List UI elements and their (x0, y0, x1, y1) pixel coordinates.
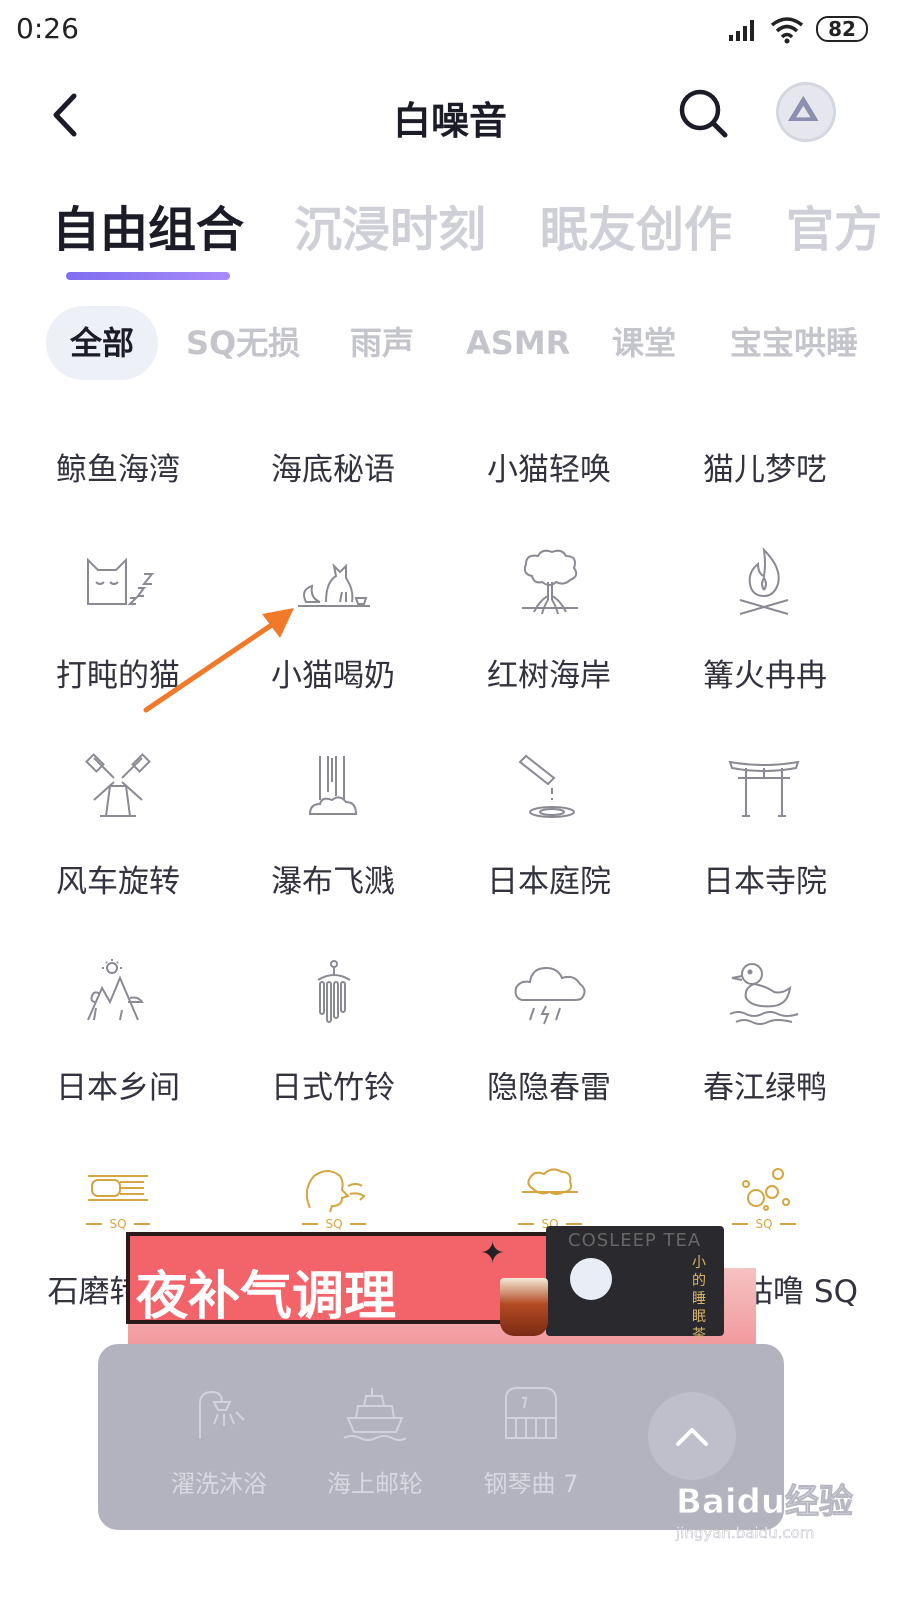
mangrove-tree-icon[interactable] (512, 546, 588, 622)
top-nav: 白噪音 (0, 70, 900, 160)
chip-rain[interactable]: 雨声 (350, 306, 414, 380)
tab-free-combo[interactable]: 自由组合 (52, 190, 244, 260)
status-bar: 0:26 82 (0, 0, 900, 62)
sparkle-icon: ✦ (480, 1236, 506, 1271)
sound-label[interactable]: 红树海岸 (449, 650, 649, 695)
sound-label[interactable]: 鲸鱼海湾 (18, 444, 218, 489)
waterfall-icon[interactable] (296, 752, 372, 828)
ad-headline: 夜补气调理 (136, 1267, 397, 1327)
sound-label[interactable]: 春江绿鸭 (665, 1062, 865, 1107)
tab-official[interactable]: 官方 (786, 190, 882, 260)
player-slot-piano[interactable]: 钢琴曲 7 (456, 1344, 606, 1530)
watermark-logo: Baidu经验 (675, 1482, 854, 1523)
category-tabs: 自由组合 沉浸时刻 眠友创作 官方 (0, 190, 900, 280)
filter-chips: 全部 SQ无损 雨声 ASMR 课堂 宝宝哄睡 (0, 306, 900, 380)
duck-icon[interactable] (726, 958, 802, 1034)
tea-box-emblem (570, 1258, 612, 1300)
campfire-icon[interactable] (726, 546, 802, 622)
svg-text:SQ: SQ (755, 1217, 772, 1231)
sound-label[interactable]: 篝火冉冉 (665, 650, 865, 695)
sound-label[interactable]: 日本乡间 (18, 1062, 218, 1107)
chip-asmr[interactable]: ASMR (466, 306, 570, 380)
sound-label[interactable]: 风车旋转 (18, 856, 218, 901)
ad-box-chinese: 小的睡眠茶 (692, 1255, 706, 1343)
player-slot-label: 钢琴曲 7 (483, 1470, 579, 1498)
status-time: 0:26 (16, 12, 79, 45)
annotation-arrow-icon (143, 608, 294, 713)
shower-icon (199, 1390, 245, 1438)
tab-immersive[interactable]: 沉浸时刻 (294, 190, 486, 260)
torii-gate-icon[interactable] (726, 752, 802, 828)
chip-sq-lossless[interactable]: SQ无损 (186, 306, 300, 380)
chip-baby-sleep[interactable]: 宝宝哄睡 (730, 306, 858, 380)
sound-label[interactable]: 日本寺院 (665, 856, 865, 901)
wind-chime-icon[interactable] (296, 958, 372, 1034)
chip-all[interactable]: 全部 (46, 306, 159, 380)
battery-indicator: 82 (816, 16, 868, 42)
tab-user-creations[interactable]: 眠友创作 (540, 190, 732, 260)
tea-box-image: COSLEEP TEA 小的睡眠茶 (546, 1226, 724, 1343)
player-slot-shower[interactable]: 濯洗沐浴 (144, 1344, 294, 1530)
sound-label[interactable]: 隐隐春雷 (449, 1062, 649, 1107)
expand-player-button[interactable] (648, 1392, 736, 1480)
cellular-signal-icon (729, 20, 754, 41)
thunder-cloud-icon[interactable] (512, 958, 588, 1034)
cruise-ship-icon (343, 1388, 407, 1441)
chevron-up-icon (676, 1428, 708, 1446)
avatar[interactable] (776, 82, 836, 142)
player-slot-label: 濯洗沐浴 (171, 1470, 267, 1498)
sound-label[interactable]: 瀑布飞溅 (233, 856, 433, 901)
player-slot-label: 海上邮轮 (327, 1470, 423, 1498)
sound-label[interactable]: 猫儿梦呓 (665, 444, 865, 489)
baidu-watermark: Baidu经验 jingyan.baidu.com (675, 1472, 853, 1552)
windmill-icon[interactable] (80, 752, 156, 828)
sound-label[interactable]: 日本庭院 (449, 856, 649, 901)
search-icon[interactable] (676, 86, 730, 140)
sound-label[interactable]: 日式竹铃 (233, 1062, 433, 1107)
player-slot-cruise[interactable]: 海上邮轮 (300, 1344, 450, 1530)
chip-classroom[interactable]: 课堂 (612, 306, 676, 380)
piano-icon (505, 1387, 557, 1439)
svg-text:SQ: SQ (109, 1217, 126, 1231)
sound-label[interactable]: 小猫轻唤 (449, 444, 649, 489)
ad-box-brand: COSLEEP TEA (568, 1230, 702, 1251)
wifi-icon (770, 17, 804, 44)
active-tab-indicator (66, 272, 230, 280)
watermark-url: jingyan.baidu.com (676, 1524, 815, 1543)
page-title: 白噪音 (392, 99, 507, 143)
ad-banner[interactable]: 夜补气调理 ✦ COSLEEP TEA 小的睡眠茶 (126, 1226, 756, 1344)
sound-label[interactable]: 海底秘语 (233, 444, 433, 489)
tea-cup-image (500, 1278, 548, 1336)
triangle-logo-icon (788, 95, 819, 121)
japanese-garden-icon[interactable] (512, 752, 588, 828)
mountain-village-icon[interactable] (80, 958, 156, 1034)
